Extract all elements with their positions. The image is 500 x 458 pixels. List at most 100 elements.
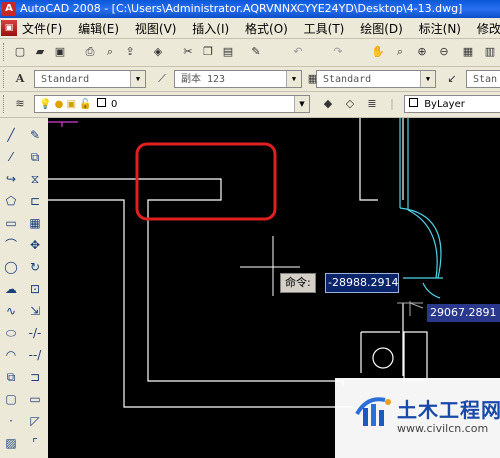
zoom-realtime-icon[interactable]: ⌕ (392, 44, 408, 60)
multileader-style-dropdown[interactable]: Stan (466, 70, 500, 88)
dimension-style-icon[interactable]: ⟋ (154, 71, 170, 87)
layer-states-icon[interactable]: ≣ (364, 96, 380, 112)
toolbar-grip[interactable] (3, 43, 7, 61)
color-control-dropdown[interactable]: ByLayer (404, 95, 500, 113)
outer-wall-polyline (48, 199, 354, 408)
fillet-icon[interactable]: ⌜ (26, 434, 44, 452)
lock-icon[interactable]: 🔓 (79, 99, 91, 110)
extend-icon[interactable]: --/ (26, 346, 44, 364)
pan-icon[interactable]: ✋ (370, 44, 386, 60)
mirror-icon[interactable]: ⧖ (26, 170, 44, 188)
ellipse-icon[interactable]: ⬭ (2, 324, 20, 342)
watermark-url: www.civilcn.com (397, 422, 489, 435)
menu-draw[interactable]: 绘图(D) (360, 20, 403, 37)
window-title: AutoCAD 2008 - [C:\Users\Administrator.A… (20, 2, 463, 15)
arc-icon[interactable]: ⌒ (2, 236, 20, 254)
dynamic-input-guides (397, 301, 424, 316)
chamfer-icon[interactable]: ◸ (26, 412, 44, 430)
text-style-value: Standard (41, 74, 90, 85)
menu-insert[interactable]: 插入(I) (192, 20, 229, 37)
break-icon[interactable]: ⊐ (26, 368, 44, 386)
redo-icon[interactable]: ↷ (330, 44, 346, 60)
revision-cloud-icon[interactable]: ☁ (2, 280, 20, 298)
new-file-icon[interactable]: ▢ (12, 44, 28, 60)
toolbar-grip[interactable] (3, 70, 7, 88)
menu-dimension[interactable]: 标注(N) (419, 20, 461, 37)
trim-icon[interactable]: -/- (26, 324, 44, 342)
spline-icon[interactable]: ∿ (2, 302, 20, 320)
match-properties-icon[interactable]: ✎ (248, 44, 264, 60)
insert-block-icon[interactable]: ⧉ (2, 368, 20, 386)
chevron-down-icon[interactable]: ▼ (420, 71, 435, 87)
properties-icon[interactable]: ▦ (460, 44, 476, 60)
open-file-icon[interactable]: ▰ (32, 44, 48, 60)
command-input[interactable]: -28988.2914 (325, 273, 399, 293)
lightbulb-icon[interactable]: 💡 (39, 99, 51, 110)
menu-tools[interactable]: 工具(T) (304, 20, 345, 37)
chevron-down-icon[interactable]: ▼ (294, 96, 309, 112)
plot-preview-icon[interactable]: ⌕ (102, 44, 118, 60)
paste-icon[interactable]: ▤ (220, 44, 236, 60)
right-wall-line (359, 118, 378, 201)
point-icon[interactable]: · (2, 412, 20, 430)
polyline-icon[interactable]: ↪ (2, 170, 20, 188)
current-layer-value: 0 (111, 99, 118, 110)
design-center-icon[interactable]: ▥ (482, 44, 498, 60)
make-object-layer-current-icon[interactable]: ◆ (320, 96, 336, 112)
toolbar-grip[interactable] (3, 95, 7, 113)
make-block-icon[interactable]: ▢ (2, 390, 20, 408)
copy-icon[interactable]: ❐ (200, 44, 216, 60)
menu-file[interactable]: 文件(F) (22, 20, 62, 37)
array-icon[interactable]: ▦ (26, 214, 44, 232)
text-style-icon[interactable]: A (12, 71, 28, 87)
stretch-icon[interactable]: ⇲ (26, 302, 44, 320)
layer-properties-icon[interactable]: ≋ (12, 96, 28, 112)
plot-icon[interactable]: ⎙ (82, 44, 98, 60)
menu-view[interactable]: 视图(V) (135, 20, 177, 37)
rotate-icon[interactable]: ↻ (26, 258, 44, 276)
copy-object-icon[interactable]: ⧉ (26, 148, 44, 166)
freeze-vp-icon[interactable]: ▣ (67, 99, 76, 110)
polygon-icon[interactable]: ⬠ (2, 192, 20, 210)
line-icon[interactable]: ╱ (2, 126, 20, 144)
wall-lines (48, 118, 428, 408)
layer-dropdown[interactable]: 💡 ● ▣ 🔓 0 ▼ (34, 95, 310, 113)
circle-icon[interactable]: ◯ (2, 258, 20, 276)
multileader-style-icon[interactable]: ↙ (444, 71, 460, 87)
chevron-down-icon[interactable]: ▼ (286, 71, 301, 87)
dimension-style-dropdown[interactable]: 副本 123 ▼ (174, 70, 302, 88)
column-rect (403, 331, 428, 381)
menu-edit[interactable]: 编辑(E) (78, 20, 119, 37)
watermark-title: 土木工程网 (397, 398, 500, 422)
document-menu-icon[interactable]: ▣ (1, 20, 17, 36)
door (399, 118, 443, 299)
cut-icon[interactable]: ✂ (180, 44, 196, 60)
join-icon[interactable]: ▭ (26, 390, 44, 408)
text-style-dropdown[interactable]: Standard ▼ (34, 70, 146, 88)
sun-icon[interactable]: ● (55, 99, 64, 110)
table-style-dropdown[interactable]: Standard ▼ (316, 70, 436, 88)
save-icon[interactable]: ▣ (52, 44, 68, 60)
offset-icon[interactable]: ⊏ (26, 192, 44, 210)
magenta-marks (48, 121, 78, 127)
zoom-previous-icon[interactable]: ⊖ (436, 44, 452, 60)
undo-icon[interactable]: ↶ (290, 44, 306, 60)
autocad-app-icon[interactable]: A (2, 2, 16, 16)
ellipse-arc-icon[interactable]: ◠ (2, 346, 20, 364)
3d-dwf-icon[interactable]: ◈ (150, 44, 166, 60)
command-prompt-label: 命令: (280, 273, 316, 293)
menu-format[interactable]: 格式(O) (245, 20, 288, 37)
construction-line-icon[interactable]: ⁄ (2, 148, 20, 166)
rectangle-icon[interactable]: ▭ (2, 214, 20, 232)
menu-modify[interactable]: 修改(M) (477, 20, 500, 37)
layer-previous-icon[interactable]: ◇ (342, 96, 358, 112)
red-highlight-box (135, 142, 277, 221)
publish-icon[interactable]: ⇪ (122, 44, 138, 60)
drain-circle (372, 347, 394, 369)
move-icon[interactable]: ✥ (26, 236, 44, 254)
zoom-window-icon[interactable]: ⊕ (414, 44, 430, 60)
chevron-down-icon[interactable]: ▼ (130, 71, 145, 87)
scale-icon[interactable]: ⊡ (26, 280, 44, 298)
erase-icon[interactable]: ✎ (26, 126, 44, 144)
hatch-icon[interactable]: ▨ (2, 434, 20, 452)
